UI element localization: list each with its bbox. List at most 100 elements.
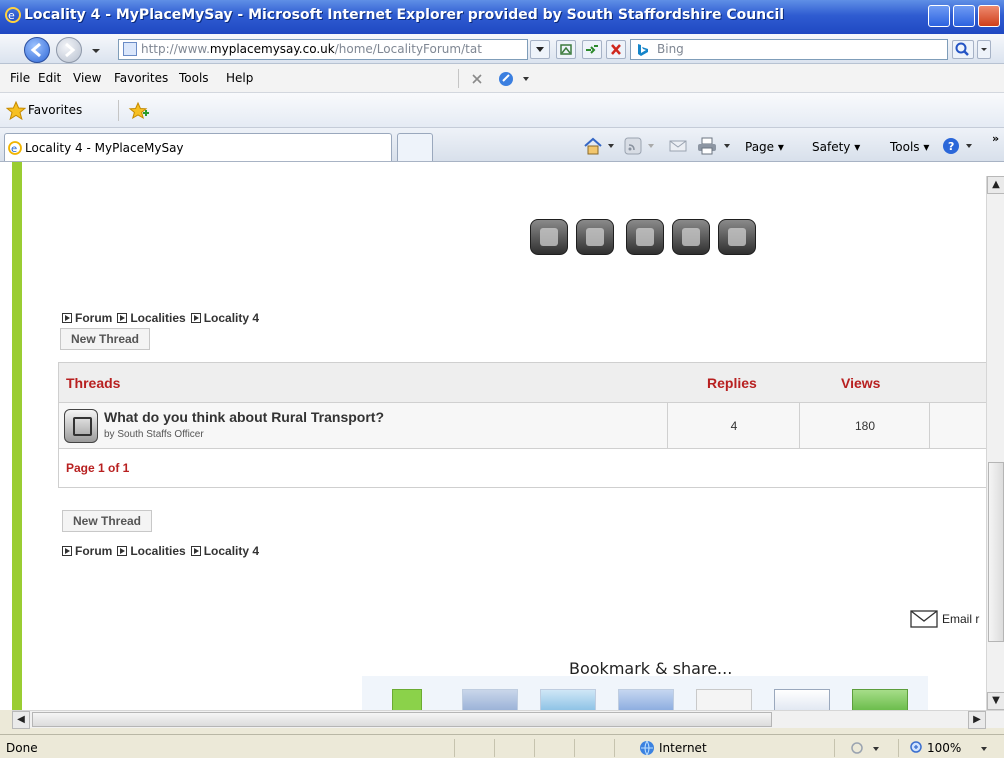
menu-divider [458, 69, 459, 88]
page-accent-bar [12, 162, 22, 710]
share-myspace-icon[interactable] [618, 689, 674, 710]
scroll-left-button[interactable]: ◀ [12, 711, 30, 729]
email-link[interactable]: Email r [942, 612, 979, 626]
minimize-button[interactable] [928, 5, 950, 27]
favorites-button[interactable]: Favorites [28, 103, 82, 117]
search-nav-icon[interactable] [672, 219, 710, 255]
back-button[interactable] [24, 37, 50, 63]
breadcrumb-link-localities[interactable]: Localities [130, 311, 185, 325]
share-link-icon[interactable] [696, 689, 752, 710]
breadcrumb-arrow-icon [62, 313, 72, 323]
toolbar-addon-icon[interactable] [497, 70, 515, 88]
tab-locality-4[interactable]: e Locality 4 - MyPlaceMySay [4, 133, 392, 161]
page-menu-button[interactable]: Page ▾ [745, 140, 784, 154]
stop-button[interactable] [606, 40, 626, 59]
menu-help[interactable]: Help [226, 71, 253, 85]
tools-menu-button[interactable]: Tools ▾ [890, 140, 929, 154]
breadcrumb-link-forum[interactable]: Forum [75, 311, 112, 325]
breadcrumb-top: Forum Localities Locality 4 [62, 311, 259, 325]
thread-title-link[interactable]: What do you think about Rural Transport? [104, 409, 384, 425]
new-thread-button-bottom[interactable]: New Thread [62, 510, 152, 532]
share-green-icon[interactable] [392, 689, 422, 710]
new-thread-button-top[interactable]: New Thread [60, 328, 150, 350]
compatibility-view-button[interactable] [556, 40, 576, 59]
favorites-divider [118, 100, 119, 121]
svg-text:e: e [11, 144, 17, 155]
settings-nav-icon[interactable] [530, 219, 568, 255]
zoom-segment[interactable]: 100% [898, 739, 1002, 757]
status-text: Done [6, 741, 38, 755]
web-page-viewport: Forum Localities Locality 4 New Thread Thr… [0, 162, 1004, 710]
window-title: Locality 4 - MyPlaceMySay - Microsoft In… [24, 7, 785, 23]
breadcrumb-link-forum[interactable]: Forum [75, 544, 112, 558]
security-zone-label: Internet [659, 741, 707, 755]
share-email-icon[interactable] [852, 689, 908, 710]
search-options-button[interactable] [977, 40, 991, 59]
tab-bar: e Locality 4 - MyPlaceMySay Page ▾ Safet… [0, 128, 1004, 162]
bing-logo-icon [638, 44, 648, 56]
zoom-level: 100% [927, 741, 962, 755]
menu-favorites[interactable]: Favorites [114, 71, 168, 85]
horizontal-scroll-thumb[interactable] [32, 712, 772, 727]
status-segment [534, 739, 574, 757]
breadcrumb-link-locality-4[interactable]: Locality 4 [204, 311, 259, 325]
scroll-right-button[interactable]: ▶ [968, 711, 986, 729]
new-tab-button[interactable] [397, 133, 433, 161]
more-commands-button[interactable]: » [992, 132, 999, 145]
feeds-icon[interactable] [624, 137, 642, 155]
share-twitter-icon[interactable] [540, 689, 596, 710]
print-icon[interactable] [696, 136, 718, 156]
thread-table-header: Threads Replies Views [59, 363, 1004, 403]
scroll-thumb[interactable] [988, 462, 1004, 642]
pager-label: Page 1 of 1 [66, 461, 130, 475]
share-facebook-icon[interactable] [462, 689, 518, 710]
menu-file[interactable]: File [10, 71, 30, 85]
email-icon[interactable] [910, 610, 938, 628]
safety-menu-button[interactable]: Safety ▾ [812, 140, 860, 154]
protected-mode-segment[interactable] [834, 739, 898, 757]
chevron-down-icon[interactable] [646, 142, 656, 150]
chevron-down-icon[interactable] [722, 142, 732, 150]
forward-arrow-icon [65, 42, 76, 58]
table-row[interactable]: What do you think about Rural Transport?… [59, 403, 1004, 449]
refresh-button[interactable] [582, 40, 602, 59]
forward-button[interactable] [56, 37, 82, 63]
help-icon[interactable]: ? [942, 137, 962, 155]
download-nav-icon[interactable] [576, 219, 614, 255]
chevron-down-icon[interactable] [606, 142, 616, 150]
thread-icon [64, 409, 98, 443]
horizontal-scrollbar[interactable]: ◀ ▶ [12, 710, 1004, 729]
history-dropdown-button[interactable] [90, 45, 102, 55]
read-mail-icon[interactable] [668, 138, 688, 154]
breadcrumb-arrow-icon [62, 546, 72, 556]
upload-nav-icon[interactable] [626, 219, 664, 255]
search-input[interactable]: Bing [630, 39, 948, 60]
chevron-down-icon[interactable] [964, 142, 974, 150]
scroll-up-button[interactable]: ▲ [987, 176, 1004, 194]
chevron-down-icon [981, 747, 987, 751]
url-input[interactable]: http://www.myplacemysay.co.uk/home/Local… [118, 39, 528, 60]
home-nav-icon[interactable] [718, 219, 756, 255]
ie-logo-icon: e [5, 7, 21, 23]
share-favorites-icon[interactable] [774, 689, 830, 710]
url-dropdown-button[interactable] [530, 40, 550, 59]
home-icon[interactable] [582, 136, 604, 156]
breadcrumb-link-locality-4[interactable]: Locality 4 [204, 544, 259, 558]
menu-view[interactable]: View [73, 71, 101, 85]
breadcrumb-bottom: Forum Localities Locality 4 [62, 544, 259, 558]
maximize-button[interactable] [953, 5, 975, 27]
add-to-favorites-icon[interactable] [128, 101, 150, 121]
menu-tools[interactable]: Tools [179, 71, 209, 85]
close-toolbar-icon[interactable] [470, 72, 484, 86]
tools-menu-label: Tools [890, 140, 920, 154]
menu-edit[interactable]: Edit [38, 71, 61, 85]
close-window-button[interactable] [978, 5, 1000, 27]
search-button[interactable] [952, 40, 974, 59]
vertical-scrollbar[interactable]: ▲ ▼ [986, 176, 1004, 710]
search-icon [955, 42, 969, 56]
breadcrumb-link-localities[interactable]: Localities [130, 544, 185, 558]
breadcrumb-arrow-icon [190, 546, 201, 556]
svg-text:e: e [8, 9, 15, 22]
chevron-down-icon[interactable] [521, 75, 531, 83]
scroll-down-button[interactable]: ▼ [987, 692, 1004, 710]
